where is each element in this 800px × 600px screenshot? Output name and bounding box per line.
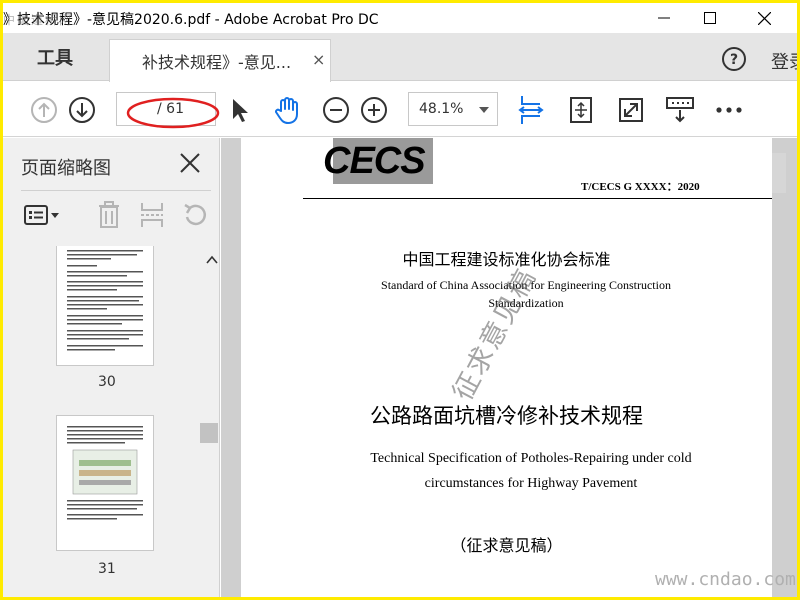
full-screen-button[interactable] — [615, 82, 647, 137]
scroll-up-icon[interactable] — [205, 254, 221, 266]
thumbnail-scrollbar[interactable] — [203, 246, 219, 597]
document-title-cn: 公路路面坑槽冷修补技术规程 — [370, 404, 643, 428]
tab-close-button[interactable]: × — [312, 50, 325, 69]
zoom-out-button[interactable] — [321, 82, 351, 137]
hand-tool-button[interactable] — [269, 82, 305, 137]
zoom-value: 48.1% — [419, 101, 464, 117]
page-thumbnail-image — [67, 426, 143, 520]
document-tab-label: 补技术规程》-意见... — [142, 53, 292, 72]
rotate-page-button[interactable] — [181, 200, 209, 230]
page-number-box: / 61 — [116, 92, 216, 126]
next-page-button[interactable] — [67, 82, 97, 137]
hand-icon — [275, 96, 298, 124]
document-title-en: Technical Specification of Potholes-Repa… — [370, 451, 692, 491]
page-thumbnail-image — [67, 250, 143, 351]
panel-divider — [21, 190, 211, 191]
close-icon — [757, 11, 771, 25]
more-dots-icon — [716, 106, 742, 113]
page-total: / 61 — [157, 101, 184, 117]
close-window-button[interactable] — [741, 3, 787, 33]
plus-circle-icon — [361, 96, 387, 123]
arrow-down-circle-icon — [69, 96, 95, 123]
select-tool-button[interactable] — [225, 82, 255, 137]
trash-icon — [99, 201, 119, 228]
arrow-up-circle-icon — [31, 96, 57, 123]
insert-page-button[interactable] — [139, 200, 165, 230]
previous-page-button[interactable] — [29, 82, 59, 137]
zoom-select[interactable]: 48.1% — [408, 92, 498, 126]
rotate-icon — [184, 203, 206, 226]
minimize-button[interactable] — [641, 3, 687, 33]
panel-title: 页面缩略图 — [21, 158, 111, 179]
document-scroll-thumb[interactable] — [772, 153, 786, 193]
standard-code: T/CECS G XXXX：2020 — [581, 181, 700, 193]
insert-page-icon — [141, 203, 163, 227]
thumbnail-list: 30 31 — [3, 246, 203, 597]
thumbnail-options-button[interactable] — [23, 200, 61, 230]
acrobat-window: 》技术规程》-意见稿2020.6.pdf - Adobe Acrobat Pro… — [3, 3, 797, 597]
main-toolbar: / 61 48.1% — [3, 82, 797, 137]
page-thumbnail[interactable] — [57, 416, 153, 550]
expand-icon — [619, 97, 643, 122]
close-panel-icon[interactable] — [179, 152, 201, 174]
keyboard-scroll-button[interactable] — [663, 82, 697, 137]
thumbnail-page-label: 30 — [98, 374, 116, 390]
tab-bar: 工具 补技术规程》-意见... × ? 登录 — [3, 33, 797, 82]
site-watermark-topleft: 中国道桥网 — [3, 13, 74, 27]
thumbnail-panel: 页面缩略图 30 31 — [3, 138, 220, 597]
tab-tools[interactable]: 工具 — [3, 33, 107, 81]
thumbnail-page-label: 31 — [98, 561, 116, 577]
thumbnail-scroll-thumb[interactable] — [200, 423, 218, 443]
help-icon[interactable]: ? — [721, 46, 747, 72]
more-tools-button[interactable] — [713, 82, 745, 137]
maximize-button[interactable] — [687, 3, 733, 33]
options-list-icon — [24, 205, 59, 225]
maximize-icon — [704, 12, 716, 24]
pdf-page: CECS T/CECS G XXXX：2020 中国工程建设标准化协会标准 St… — [241, 138, 772, 597]
tab-document[interactable]: 补技术规程》-意见... × — [109, 39, 331, 82]
zoom-in-button[interactable] — [359, 82, 389, 137]
login-link[interactable]: 登录 — [771, 48, 797, 74]
fit-width-icon — [518, 95, 544, 124]
rotate-view-button[interactable] — [565, 82, 597, 137]
svg-text:?: ? — [730, 52, 738, 68]
header-rule — [303, 198, 772, 199]
cecs-logo: CECS — [323, 140, 426, 182]
title-bar: 》技术规程》-意见稿2020.6.pdf - Adobe Acrobat Pro… — [3, 3, 797, 33]
minus-circle-icon — [323, 96, 349, 123]
page-arrows-icon — [570, 96, 592, 123]
chevron-down-icon — [479, 107, 489, 113]
cursor-arrow-icon — [233, 98, 248, 122]
page-number-input[interactable] — [121, 97, 155, 121]
keyboard-arrow-down-icon — [666, 96, 694, 122]
document-view[interactable]: CECS T/CECS G XXXX：2020 中国工程建设标准化协会标准 St… — [221, 138, 797, 597]
site-watermark: www.cndao.com — [655, 569, 796, 590]
page-thumbnail[interactable] — [57, 246, 153, 365]
draft-label-cn: （征求意见稿） — [450, 536, 563, 555]
minimize-icon — [658, 17, 670, 19]
delete-page-button[interactable] — [97, 200, 121, 230]
fit-width-button[interactable] — [515, 82, 547, 137]
